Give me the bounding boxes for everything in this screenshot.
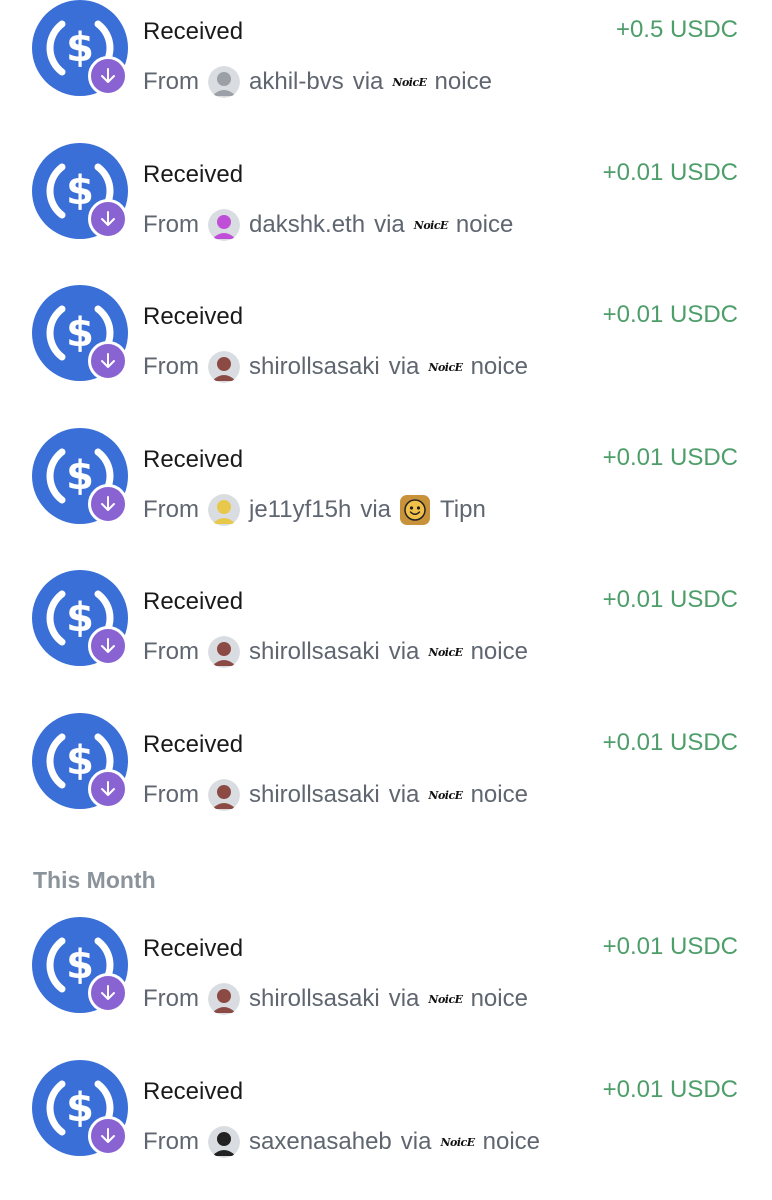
transaction-source: From je11yf15h via Tipn (143, 494, 486, 526)
transaction-amount: +0.5 USDC (615, 16, 738, 43)
arrow-down-icon (88, 56, 128, 96)
transaction-title: Received (143, 303, 244, 330)
arrow-down-icon (88, 484, 128, 524)
user-avatar[interactable] (208, 636, 240, 668)
arrow-down-icon (88, 341, 128, 381)
transaction-source: From akhil-bvs via NoicE noice (143, 66, 492, 98)
via-label: via (388, 985, 420, 1012)
transaction-row[interactable]: $ Received +0.01 USDC From shirollsasaki… (0, 570, 772, 690)
transaction-row[interactable]: $ Received +0.01 USDC From shirollsasaki… (0, 285, 772, 405)
svg-text:$: $ (66, 25, 94, 71)
transaction-row[interactable]: $ Received +0.01 USDC From shirollsasaki… (0, 917, 772, 1037)
user-avatar[interactable] (208, 66, 240, 98)
arrow-down-icon (88, 199, 128, 239)
user-avatar[interactable] (208, 983, 240, 1015)
from-label: From (143, 68, 199, 95)
sender-username[interactable]: shirollsasaki (249, 985, 380, 1013)
tipn-logo-icon (400, 495, 430, 525)
user-avatar[interactable] (208, 494, 240, 526)
sender-username[interactable]: shirollsasaki (249, 638, 380, 666)
sender-username[interactable]: dakshk.eth (249, 211, 365, 239)
transaction-amount: +0.01 USDC (602, 586, 738, 613)
user-avatar[interactable] (208, 351, 240, 383)
user-avatar[interactable] (208, 209, 240, 241)
app-name[interactable]: noice (456, 211, 513, 239)
noice-logo-icon: NoicE (428, 992, 463, 1006)
transaction-title: Received (143, 18, 244, 45)
from-label: From (143, 353, 199, 380)
transaction-amount: +0.01 USDC (602, 1076, 738, 1103)
svg-text:$: $ (66, 310, 94, 356)
noice-logo-icon: NoicE (428, 360, 463, 374)
from-label: From (143, 211, 199, 238)
via-label: via (400, 1128, 432, 1155)
noice-logo-icon: NoicE (428, 645, 463, 659)
svg-text:$: $ (66, 595, 94, 641)
sender-username[interactable]: akhil-bvs (249, 68, 344, 96)
app-name[interactable]: noice (471, 781, 528, 809)
transaction-source: From dakshk.eth via NoicE noice (143, 209, 513, 241)
via-label: via (388, 353, 420, 380)
transaction-title: Received (143, 935, 244, 962)
app-name[interactable]: noice (483, 1128, 540, 1156)
sender-username[interactable]: shirollsasaki (249, 353, 380, 381)
via-label: via (360, 496, 391, 523)
transaction-source: From shirollsasaki via NoicE noice (143, 983, 528, 1015)
app-name[interactable]: Tipn (440, 496, 486, 524)
via-label: via (388, 638, 420, 665)
transaction-title: Received (143, 446, 244, 473)
noice-logo-icon: NoicE (428, 788, 463, 802)
via-label: via (352, 68, 384, 95)
transaction-row[interactable]: $ Received +0.01 USDC From saxenasaheb v… (0, 1060, 772, 1180)
from-label: From (143, 781, 199, 808)
noice-logo-icon: NoicE (440, 1135, 475, 1149)
section-header-this-month: This Month (33, 867, 156, 893)
from-label: From (143, 1128, 199, 1155)
via-label: via (388, 781, 420, 808)
transaction-amount: +0.01 USDC (602, 444, 738, 471)
svg-text:$: $ (66, 168, 94, 214)
transaction-source: From shirollsasaki via NoicE noice (143, 779, 528, 811)
user-avatar[interactable] (208, 779, 240, 811)
transaction-row[interactable]: $ Received +0.5 USDC From akhil-bvs via … (0, 0, 772, 120)
svg-text:$: $ (66, 1085, 94, 1131)
from-label: From (143, 638, 199, 665)
sender-username[interactable]: shirollsasaki (249, 781, 380, 809)
transaction-source: From shirollsasaki via NoicE noice (143, 351, 528, 383)
transaction-title: Received (143, 161, 244, 188)
transaction-source: From shirollsasaki via NoicE noice (143, 636, 528, 668)
transaction-title: Received (143, 588, 244, 615)
transaction-amount: +0.01 USDC (602, 729, 738, 756)
app-name[interactable]: noice (471, 985, 528, 1013)
arrow-down-icon (88, 626, 128, 666)
transaction-row[interactable]: $ Received +0.01 USDC From dakshk.eth vi… (0, 143, 772, 263)
arrow-down-icon (88, 1116, 128, 1156)
transaction-title: Received (143, 1078, 244, 1105)
app-name[interactable]: noice (471, 638, 528, 666)
transaction-amount: +0.01 USDC (602, 933, 738, 960)
arrow-down-icon (88, 973, 128, 1013)
user-avatar[interactable] (208, 1126, 240, 1158)
transaction-amount: +0.01 USDC (602, 301, 738, 328)
from-label: From (143, 985, 199, 1012)
arrow-down-icon (88, 769, 128, 809)
svg-text:$: $ (66, 738, 94, 784)
noice-logo-icon: NoicE (413, 218, 449, 232)
via-label: via (374, 211, 405, 238)
svg-text:$: $ (66, 942, 94, 988)
transaction-row[interactable]: $ Received +0.01 USDC From je11yf15h via (0, 428, 772, 548)
svg-text:$: $ (66, 453, 94, 499)
transaction-row[interactable]: $ Received +0.01 USDC From shirollsasaki… (0, 713, 772, 833)
sender-username[interactable]: je11yf15h (249, 496, 351, 524)
transaction-title: Received (143, 731, 244, 758)
transaction-source: From saxenasaheb via NoicE noice (143, 1126, 540, 1158)
sender-username[interactable]: saxenasaheb (249, 1128, 392, 1156)
transaction-amount: +0.01 USDC (602, 159, 738, 186)
app-name[interactable]: noice (435, 68, 492, 96)
from-label: From (143, 496, 199, 523)
app-name[interactable]: noice (471, 353, 528, 381)
noice-logo-icon: NoicE (392, 75, 427, 89)
